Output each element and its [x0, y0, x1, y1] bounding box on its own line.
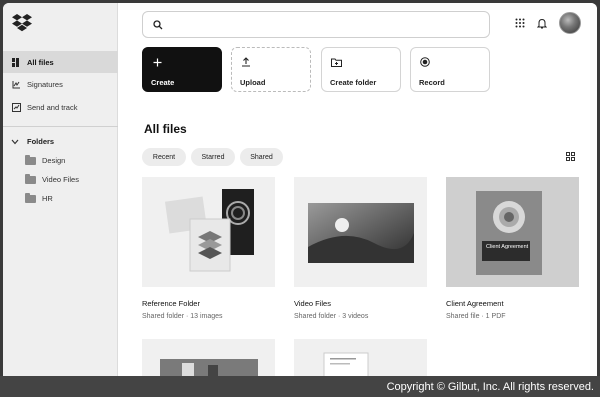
- file-name[interactable]: Client Agreement: [446, 299, 504, 308]
- file-card-partial[interactable]: [142, 339, 275, 376]
- top-right-icons: [515, 12, 581, 34]
- create-button[interactable]: Create: [142, 47, 222, 92]
- partial-thumbnail: [160, 359, 258, 376]
- sidebar-item-signatures[interactable]: Signatures: [3, 73, 118, 95]
- chip-label: Shared: [250, 153, 273, 161]
- file-card-reference-folder[interactable]: [142, 177, 275, 287]
- create-label: Create: [151, 78, 175, 87]
- upload-icon: [240, 56, 252, 68]
- sidebar-item-all-files[interactable]: All files: [3, 51, 118, 73]
- plus-icon: [151, 56, 163, 68]
- filter-chip-recent[interactable]: Recent: [142, 148, 186, 166]
- folder-label: Design: [42, 156, 66, 165]
- copyright-text: Copyright © Gilbut, Inc. All rights rese…: [386, 380, 594, 393]
- filter-chip-starred[interactable]: Starred: [191, 148, 235, 166]
- sidebar-item-label: Send and track: [27, 102, 78, 112]
- sidebar-item-label: All files: [27, 57, 54, 67]
- file-meta: Shared folder · 13 images: [142, 313, 223, 320]
- record-icon: [419, 56, 431, 68]
- bell-icon[interactable]: [537, 18, 547, 29]
- folder-icon: [25, 173, 36, 184]
- main-content: Create Upload Create folder Record All f…: [119, 3, 597, 376]
- signature-icon: [11, 79, 21, 89]
- create-folder-button[interactable]: Create folder: [321, 47, 401, 92]
- file-card-partial[interactable]: [294, 339, 427, 376]
- folder-item-video-files[interactable]: Video Files: [25, 173, 79, 184]
- grid-view-icon[interactable]: [566, 152, 575, 161]
- app-window: All files Signatures Send and track Fold…: [3, 3, 597, 376]
- client-agreement-thumbnail: [476, 191, 542, 275]
- filter-chip-shared[interactable]: Shared: [240, 148, 283, 166]
- search-icon: [153, 19, 163, 29]
- record-label: Record: [419, 78, 445, 87]
- record-button[interactable]: Record: [410, 47, 490, 92]
- create-folder-label: Create folder: [330, 78, 377, 87]
- apps-grid-icon[interactable]: [515, 18, 525, 28]
- folder-label: Video Files: [42, 175, 79, 184]
- reference-folder-thumbnail: [164, 189, 254, 272]
- all-files-icon: [11, 57, 21, 67]
- copyright-bar: Copyright © Gilbut, Inc. All rights rese…: [0, 376, 600, 397]
- folder-plus-icon: [330, 56, 342, 68]
- video-files-thumbnail: [308, 203, 414, 263]
- folders-label: Folders: [27, 137, 55, 146]
- send-track-icon: [11, 102, 21, 112]
- folder-item-design[interactable]: Design: [25, 154, 66, 165]
- chevron-down-icon: [11, 139, 19, 144]
- page-title: All files: [144, 122, 187, 136]
- file-name[interactable]: Video Files: [294, 299, 331, 308]
- sidebar: All files Signatures Send and track Fold…: [3, 3, 118, 376]
- screen-frame: All files Signatures Send and track Fold…: [0, 0, 600, 397]
- folder-icon: [25, 192, 36, 203]
- file-meta: Shared folder · 3 videos: [294, 313, 369, 320]
- upload-label: Upload: [240, 78, 266, 87]
- sidebar-divider: [3, 126, 118, 127]
- upload-button[interactable]: Upload: [231, 47, 311, 92]
- thumbnail-title: Client Agreement: [486, 244, 529, 250]
- sidebar-item-send-and-track[interactable]: Send and track: [3, 96, 118, 118]
- search-input[interactable]: [169, 20, 469, 29]
- file-card-video-files[interactable]: [294, 177, 427, 287]
- folder-label: HR: [42, 194, 53, 203]
- folders-header[interactable]: Folders: [11, 137, 54, 146]
- folder-icon: [25, 154, 36, 165]
- sidebar-item-label: Signatures: [27, 79, 63, 89]
- dropbox-logo-icon[interactable]: [11, 13, 33, 33]
- avatar[interactable]: [559, 12, 581, 34]
- file-card-client-agreement[interactable]: Client Agreement: [446, 177, 579, 287]
- file-meta: Shared file · 1 PDF: [446, 313, 506, 320]
- search-bar[interactable]: [142, 11, 490, 38]
- chip-label: Recent: [152, 153, 176, 161]
- partial-thumbnail: [323, 352, 369, 376]
- chip-label: Starred: [201, 153, 225, 161]
- file-name[interactable]: Reference Folder: [142, 299, 200, 308]
- folder-item-hr[interactable]: HR: [25, 192, 53, 203]
